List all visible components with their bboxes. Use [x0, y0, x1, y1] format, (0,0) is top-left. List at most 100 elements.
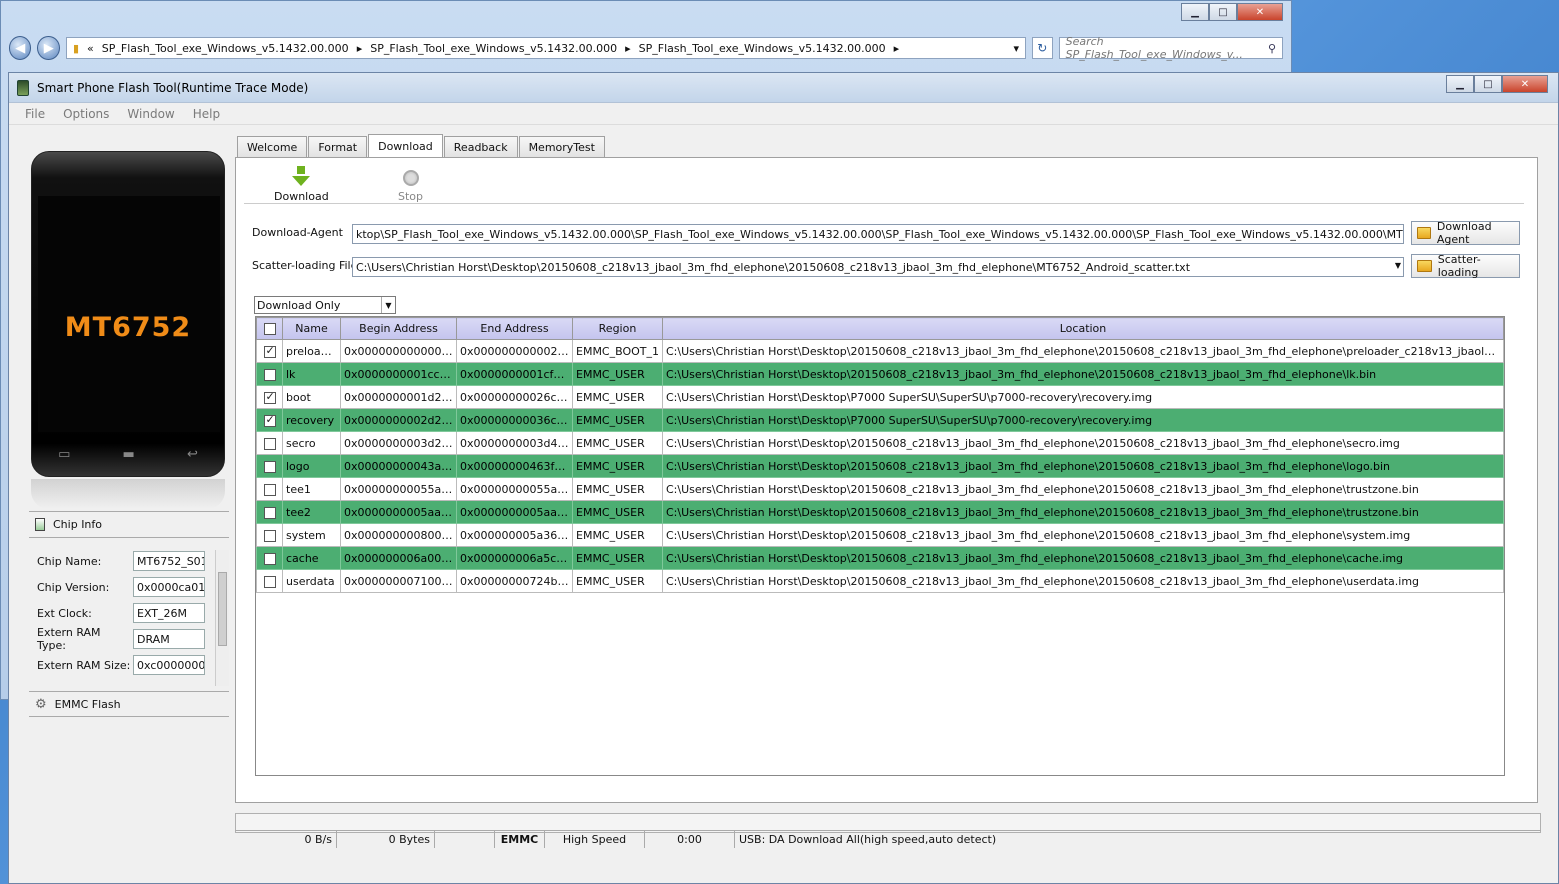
emmc-flash-label: EMMC Flash — [54, 697, 121, 711]
checkbox-cell[interactable] — [256, 385, 283, 409]
checkbox-cell[interactable] — [256, 339, 283, 363]
minimize-icon[interactable]: ▁ — [1181, 3, 1209, 21]
stop-button[interactable]: Stop — [398, 166, 423, 203]
checkbox-cell[interactable] — [256, 523, 283, 547]
partition-checkbox[interactable] — [263, 437, 276, 450]
begin-address: 0x0000000001cc0000 — [340, 362, 457, 386]
breadcrumb-segment[interactable]: SP_Flash_Tool_exe_Windows_v5.1432.00.000 — [102, 42, 349, 55]
maximize-icon[interactable]: □ — [1209, 3, 1237, 21]
chip-name-label: Chip Name: — [37, 554, 102, 568]
chevron-down-icon[interactable]: ▼ — [381, 297, 395, 313]
chip-info-header[interactable]: Chip Info — [29, 512, 229, 538]
partition-name: system — [282, 523, 341, 547]
stop-button-label: Stop — [398, 190, 424, 203]
checkbox-cell[interactable] — [256, 431, 283, 455]
partition-checkbox[interactable] — [263, 344, 276, 358]
download-agent-label: Download-Agent — [252, 226, 343, 239]
partition-name: tee2 — [282, 500, 341, 524]
tab-memorytest[interactable]: MemoryTest — [518, 136, 605, 157]
partition-checkbox[interactable] — [263, 368, 276, 381]
checkbox-cell[interactable] — [256, 546, 283, 570]
status-bytes: 0 Bytes — [337, 831, 435, 848]
location: C:\Users\Christian Horst\Desktop\2015060… — [662, 569, 1504, 593]
emmc-flash-header[interactable]: ⚙ EMMC Flash — [29, 691, 229, 717]
location: C:\Users\Christian Horst\Desktop\2015060… — [662, 339, 1504, 363]
column-header-location[interactable]: Location — [662, 317, 1504, 340]
begin-address: 0x0000000005aa0000 — [340, 500, 457, 524]
chevron-down-icon[interactable]: ▼ — [1395, 261, 1401, 270]
partition-checkbox[interactable] — [263, 460, 276, 473]
column-header-name[interactable]: Name — [282, 317, 341, 340]
partition-checkbox[interactable] — [263, 575, 276, 588]
tab-readback[interactable]: Readback — [443, 136, 518, 157]
minimize-icon[interactable]: ▁ — [1446, 75, 1474, 93]
refresh-icon[interactable]: ↻ — [1031, 37, 1053, 59]
location: C:\Users\Christian Horst\Desktop\2015060… — [662, 454, 1504, 478]
checkbox-cell[interactable] — [256, 477, 283, 501]
download-arrow-icon — [297, 166, 306, 174]
table-row[interactable]: lk 0x0000000001cc0000 0x0000000001cfd7d3 EM… — [256, 362, 1504, 386]
location: C:\Users\Christian Horst\Desktop\2015060… — [662, 500, 1504, 524]
partition-checkbox[interactable] — [263, 413, 276, 427]
region: EMMC_USER — [572, 523, 663, 547]
partition-checkbox[interactable] — [263, 483, 276, 496]
table-row[interactable]: tee2 0x0000000005aa0000 0x0000000005aaa5ff… — [256, 500, 1504, 524]
checkbox-cell[interactable] — [256, 362, 283, 386]
table-row[interactable]: tee10x00000000055a00000x00000000055aa5ff… — [256, 477, 1504, 501]
scrollbar-thumb[interactable] — [218, 572, 227, 646]
address-bar[interactable]: ▮ « SP_Flash_Tool_exe_Windows_v5.1432.00… — [65, 37, 1026, 59]
tab-download[interactable]: Download — [368, 134, 443, 157]
close-icon[interactable]: ✕ — [1237, 3, 1283, 21]
table-row[interactable]: preloader0x00000000000000000x00000000000… — [256, 339, 1504, 363]
table-row[interactable]: cache0x000000006a0000000x000000006a5ce09… — [256, 546, 1504, 570]
checkbox-cell[interactable] — [256, 454, 283, 478]
end-address: 0x00000000724ba22b — [456, 569, 573, 593]
table-row[interactable]: secro0x0000000003d200000x0000000003d40ff… — [256, 431, 1504, 455]
download-mode-select[interactable]: Download Only ▼ — [254, 296, 396, 314]
checkbox-cell[interactable] — [256, 569, 283, 593]
menu-window[interactable]: Window — [127, 107, 174, 121]
checkbox-cell[interactable] — [256, 408, 283, 432]
column-header-begin[interactable]: Begin Address — [340, 317, 457, 340]
partition-checkbox[interactable] — [263, 506, 276, 519]
begin-address: 0x0000000008000000 — [340, 523, 457, 547]
table-row[interactable]: recovery0x0000000002d200000x00000000036c… — [256, 408, 1504, 432]
column-header-end[interactable]: End Address — [456, 317, 573, 340]
location: C:\Users\Christian Horst\Desktop\2015060… — [662, 477, 1504, 501]
column-header-region[interactable]: Region — [572, 317, 663, 340]
select-all-checkbox[interactable] — [256, 317, 283, 340]
download-agent-button[interactable]: Download Agent — [1411, 220, 1520, 246]
download-button[interactable]: Download — [274, 166, 329, 203]
table-row[interactable]: userdata0x00000000710000000x00000000724b… — [256, 569, 1504, 593]
table-row[interactable]: logo0x00000000043a00000x00000000463f1d1E… — [256, 454, 1504, 478]
table-row[interactable]: system0x00000000080000000x000000005a36f0… — [256, 523, 1504, 547]
table-row[interactable]: boot0x0000000001d200000x00000000026c0fff… — [256, 385, 1504, 409]
partition-checkbox[interactable] — [263, 552, 276, 565]
chevron-down-icon[interactable]: ▾ — [1013, 42, 1019, 55]
chip-info-scrollbar[interactable] — [215, 550, 229, 686]
region: EMMC_USER — [572, 431, 663, 455]
tab-format[interactable]: Format — [308, 136, 368, 157]
close-icon[interactable]: ✕ — [1502, 75, 1548, 93]
menu-options[interactable]: Options — [63, 107, 109, 121]
menu-help[interactable]: Help — [193, 107, 220, 121]
location: C:\Users\Christian Horst\Desktop\P7000 S… — [662, 408, 1504, 432]
partition-checkbox[interactable] — [263, 390, 276, 404]
breadcrumb-segment[interactable]: SP_Flash_Tool_exe_Windows_v5.1432.00.000 — [639, 42, 886, 55]
region: EMMC_USER — [572, 546, 663, 570]
breadcrumb-segment[interactable]: SP_Flash_Tool_exe_Windows_v5.1432.00.000 — [370, 42, 617, 55]
back-arrow-icon[interactable]: ◀ — [9, 36, 32, 60]
partition-checkbox[interactable] — [263, 529, 276, 542]
maximize-icon[interactable]: □ — [1474, 75, 1502, 93]
forward-arrow-icon[interactable]: ▶ — [37, 36, 60, 60]
checkbox-cell[interactable] — [256, 500, 283, 524]
tab-welcome[interactable]: Welcome — [237, 136, 308, 157]
scatter-file-path[interactable]: C:\Users\Christian Horst\Desktop\2015060… — [352, 257, 1404, 277]
download-agent-path[interactable]: ktop\SP_Flash_Tool_exe_Windows_v5.1432.0… — [352, 224, 1404, 244]
menu-file[interactable]: File — [25, 107, 45, 121]
gear-icon: ⚙ — [35, 696, 47, 712]
checkbox[interactable] — [263, 323, 276, 335]
ram-type-label: Extern RAM Type: — [37, 626, 101, 652]
scatter-loading-button[interactable]: Scatter-loading — [1411, 253, 1520, 279]
search-input[interactable]: Search SP_Flash_Tool_exe_Windows_v... ⚲ — [1058, 35, 1283, 61]
